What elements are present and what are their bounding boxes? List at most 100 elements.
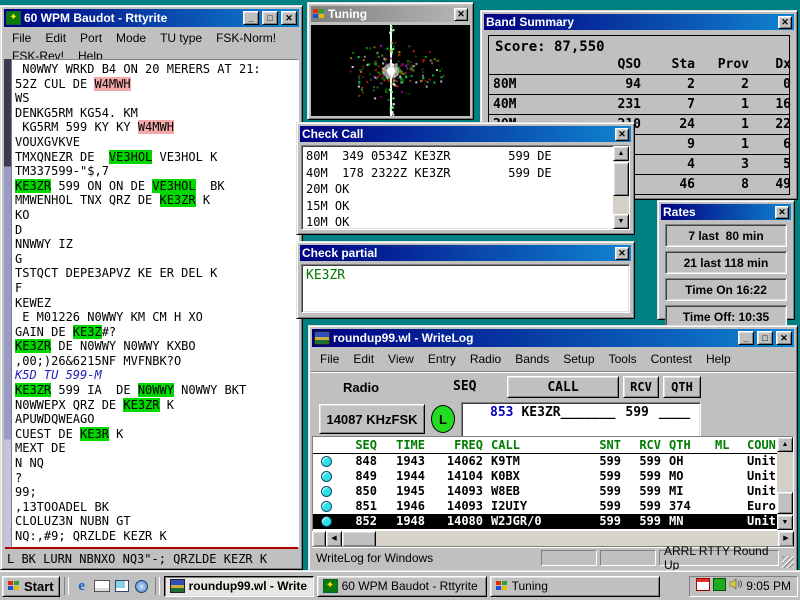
close-button[interactable]: ✕ xyxy=(281,11,297,25)
scroll-left-button[interactable]: ◀ xyxy=(326,531,342,547)
log-row[interactable]: 850194514093W8EB599599MIUnit xyxy=(313,484,793,499)
rtty-tx-separator xyxy=(5,547,298,549)
show-desktop-icon[interactable] xyxy=(113,577,131,595)
pane-splitter[interactable] xyxy=(312,531,326,547)
menu-tools[interactable]: Tools xyxy=(602,350,644,368)
call-header-button[interactable]: CALL xyxy=(507,376,619,398)
scrollbar-thumb[interactable] xyxy=(777,492,793,514)
terminal-line: G xyxy=(15,252,296,267)
quick-launch: e xyxy=(73,577,151,595)
windows-flag-icon xyxy=(8,581,20,592)
lock-indicator[interactable]: L xyxy=(431,405,455,433)
menu-file[interactable]: File xyxy=(313,350,346,368)
scrollbar-thumb[interactable] xyxy=(342,531,376,547)
rates-window: Rates ✕ 7 last 80 min21 last 118 minTime… xyxy=(657,200,795,320)
menu-entry[interactable]: Entry xyxy=(421,350,463,368)
check-call-scrollbar[interactable]: ▲ ▼ xyxy=(613,146,629,229)
menu-file[interactable]: File xyxy=(5,29,38,47)
check-call-line: 40M 178 2322Z KE3ZR 599 DE xyxy=(306,165,629,182)
check-call-line: 20M OK xyxy=(306,181,629,198)
log-grid-vscrollbar[interactable]: ▲ ▼ xyxy=(777,437,793,530)
terminal-line: NQ:,#9; QRZLDE KEZR K xyxy=(15,529,296,544)
log-grid[interactable]: SEQTIMEFREQCALLSNTRCVQTHMLCOUN 848194314… xyxy=(312,436,794,531)
netmeeting-icon[interactable] xyxy=(133,577,151,595)
terminal-line: E M01226 N0WWY KM CM H XO xyxy=(15,310,296,325)
close-button[interactable]: ✕ xyxy=(615,128,629,141)
rates-title: Rates xyxy=(663,205,772,219)
menu-view[interactable]: View xyxy=(381,350,421,368)
close-button[interactable]: ✕ xyxy=(775,206,789,219)
terminal-line: ,00;)26&6215NF MVFNBK?O xyxy=(15,354,296,369)
writelog-window: roundup99.wl - WriteLog _ □ ✕ FileEditVi… xyxy=(308,325,798,572)
menu-radio[interactable]: Radio xyxy=(463,350,508,368)
check-call-titlebar[interactable]: Check Call ✕ xyxy=(300,126,631,142)
entry-field[interactable]: 853 KE3ZR_______ 599 ____ xyxy=(461,402,701,438)
menu-bands[interactable]: Bands xyxy=(508,350,556,368)
menu-help[interactable]: Help xyxy=(699,350,738,368)
ie-icon[interactable]: e xyxy=(73,577,91,595)
scroll-up-button[interactable]: ▲ xyxy=(777,437,793,452)
close-button[interactable]: ✕ xyxy=(778,16,792,29)
log-row[interactable]: 848194314062K9TM599599OHUnit xyxy=(313,454,793,469)
rttyrite-titlebar[interactable]: ✦ 60 WPM Baudot - Rttyrite _ □ ✕ xyxy=(4,9,299,27)
menu-contest[interactable]: Contest xyxy=(644,350,699,368)
task-button-60-wpm-baudot-rttyrite[interactable]: ✦60 WPM Baudot - Rttyrite xyxy=(317,576,487,597)
rates-titlebar[interactable]: Rates ✕ xyxy=(661,204,791,220)
grid-col-freq[interactable]: FREQ xyxy=(429,437,487,453)
task-button-tuning[interactable]: Tuning xyxy=(490,576,660,597)
qth-header-button[interactable]: QTH xyxy=(663,376,701,398)
agent-icon[interactable] xyxy=(713,578,726,594)
grid-col-ml[interactable]: ML xyxy=(711,437,743,453)
close-button[interactable]: ✕ xyxy=(776,331,792,345)
menu-mode[interactable]: Mode xyxy=(109,29,153,47)
minimize-button[interactable]: _ xyxy=(738,331,754,345)
close-button[interactable]: ✕ xyxy=(615,247,629,260)
resize-grip[interactable] xyxy=(782,556,794,568)
log-row[interactable]: 852194814080W2JGR/0599599MNUnit xyxy=(313,514,793,529)
grid-col-snt[interactable]: SNT xyxy=(585,437,625,453)
mail-icon[interactable] xyxy=(93,577,111,595)
log-row[interactable]: 849194414104K0BX599599MOUnit xyxy=(313,469,793,484)
rcv-header-button[interactable]: RCV xyxy=(623,376,659,398)
task-button-roundup99-wl-write-[interactable]: roundup99.wl - Write... xyxy=(164,576,314,597)
check-partial-list[interactable]: KE3ZR xyxy=(301,264,630,313)
grid-col-time[interactable]: TIME xyxy=(381,437,429,453)
tuning-titlebar[interactable]: Tuning ✕ xyxy=(311,6,470,22)
grid-col-seq[interactable]: SEQ xyxy=(339,437,381,453)
band-summary-titlebar[interactable]: Band Summary ✕ xyxy=(484,14,794,30)
scroll-right-button[interactable]: ▶ xyxy=(778,531,794,547)
scroll-down-button[interactable]: ▼ xyxy=(613,214,629,229)
maximize-button[interactable]: □ xyxy=(262,11,278,25)
terminal-line: KG5RM 599 KY KY W4MWH xyxy=(15,120,296,135)
status-panel-1 xyxy=(541,550,597,566)
grid-col-rcv[interactable]: RCV xyxy=(625,437,665,453)
maximize-button[interactable]: □ xyxy=(757,331,773,345)
menu-edit[interactable]: Edit xyxy=(38,29,73,47)
log-row[interactable]: 851194614093I2UIY599599374Euro xyxy=(313,499,793,514)
writelog-titlebar[interactable]: roundup99.wl - WriteLog _ □ ✕ xyxy=(312,329,794,347)
menu-fsk-norm-[interactable]: FSK-Norm! xyxy=(209,29,283,47)
band-summary-row: 40M2317116 xyxy=(489,94,789,114)
start-button[interactable]: Start xyxy=(2,576,60,597)
grid-col-qth[interactable]: QTH xyxy=(665,437,711,453)
scrollbar-thumb[interactable] xyxy=(613,162,629,196)
check-partial-titlebar[interactable]: Check partial ✕ xyxy=(300,245,631,261)
scroll-down-button[interactable]: ▼ xyxy=(777,515,793,530)
terminal-line: K5D TU 599-M xyxy=(15,368,296,383)
rttyrite-app-icon: ✦ xyxy=(6,11,21,25)
volume-icon[interactable] xyxy=(729,578,742,594)
frequency-button[interactable]: 14087 KHzFSK xyxy=(319,404,425,434)
task-scheduler-icon[interactable] xyxy=(696,578,710,594)
menu-port[interactable]: Port xyxy=(73,29,109,47)
menu-tu-type[interactable]: TU type xyxy=(153,29,209,47)
check-call-list[interactable]: 80M 349 0534Z KE3ZR 599 DE40M 178 2322Z … xyxy=(301,145,630,230)
close-button[interactable]: ✕ xyxy=(454,8,468,21)
clock[interactable]: 9:05 PM xyxy=(746,579,791,593)
terminal-line: N NQ xyxy=(15,456,296,471)
menu-edit[interactable]: Edit xyxy=(346,350,381,368)
minimize-button[interactable]: _ xyxy=(243,11,259,25)
rtty-terminal[interactable]: N0WWY WRKD B4 ON 20 MERERS AT 21:52Z CUL… xyxy=(11,59,299,547)
grid-col-call[interactable]: CALL xyxy=(487,437,585,453)
menu-setup[interactable]: Setup xyxy=(556,350,601,368)
scroll-up-button[interactable]: ▲ xyxy=(613,146,629,161)
